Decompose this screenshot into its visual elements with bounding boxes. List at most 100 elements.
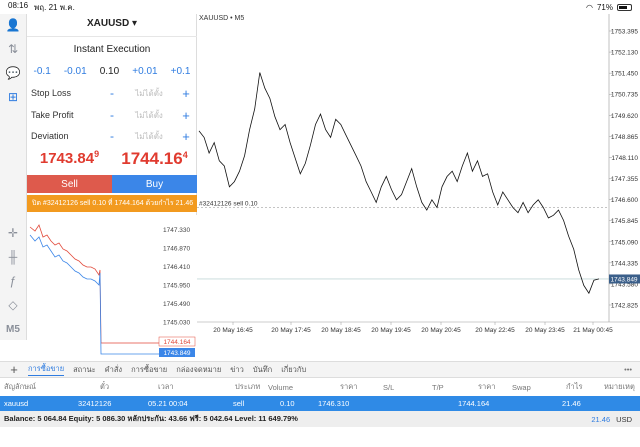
price-line <box>198 72 600 295</box>
x-tick-label: 20 May 20:45 <box>421 327 461 334</box>
col-tp[interactable]: T/P <box>432 379 444 395</box>
col-price[interactable]: ราคา <box>340 379 357 395</box>
y-tick-label: 1751.450 <box>611 71 638 78</box>
order-level-label: #32412126 sell 0.10 <box>199 201 258 208</box>
battery-icon <box>617 3 632 11</box>
current-price-text: 1743.849 <box>610 276 637 283</box>
new-order-icon[interactable]: ⊞ <box>4 88 22 106</box>
price-row: 1743.849 1744.164 <box>27 149 197 173</box>
cell-time: 05.21 00:04 <box>148 399 188 408</box>
col-symbol[interactable]: สัญลักษณ์ <box>4 379 36 395</box>
total-profit: 21.46 <box>591 414 611 424</box>
candles-icon[interactable]: ╫ <box>4 248 22 266</box>
x-tick-label: 20 May 17:45 <box>271 327 311 334</box>
chevron-down-icon: ▾ <box>131 18 138 29</box>
objects-icon[interactable]: ◇ <box>4 296 22 314</box>
take-profit-input[interactable]: ไม่ได้ตั้ง <box>119 109 179 122</box>
ask-price: 1744.164 <box>121 149 188 168</box>
col-sl[interactable]: S/L <box>383 379 394 395</box>
x-tick-label: 20 May 23:45 <box>525 327 565 334</box>
tab-news[interactable]: ข่าว <box>230 364 244 376</box>
trade-buttons: Sell Buy <box>27 175 197 193</box>
chat-icon[interactable]: 💬 <box>4 64 22 82</box>
y-tick-label: 1750.735 <box>611 92 638 99</box>
x-tick-label: 20 May 16:45 <box>213 327 253 334</box>
sell-button[interactable]: Sell <box>27 175 112 193</box>
col-time[interactable]: เวลา <box>158 379 174 395</box>
tab-orders[interactable]: คำสั่ง <box>105 364 122 376</box>
table-row[interactable]: xauusd 32412126 05.21 00:04 sell 0.10 17… <box>0 396 640 411</box>
bid-price: 1743.849 <box>39 149 100 167</box>
stop-loss-field: Stop Loss - ไม่ได้ตั้ง + <box>31 85 193 101</box>
y-tick-label: 1749.620 <box>611 113 638 120</box>
y-tick-label: 1753.395 <box>611 29 638 36</box>
y-tick-label: 1746.600 <box>611 197 638 204</box>
battery-percent: 71% <box>596 2 613 12</box>
x-tick-label: 20 May 19:45 <box>371 327 411 334</box>
stop-loss-input[interactable]: ไม่ได้ตั้ง <box>119 87 179 100</box>
tab-journal[interactable]: บันทึก <box>253 364 272 376</box>
execution-mode[interactable]: Instant Execution <box>27 44 197 55</box>
stop-loss-plus[interactable]: + <box>179 86 193 101</box>
volume-plus-01[interactable]: +0.1 <box>171 66 191 77</box>
status-bar: 08:16 พฤ. 21 พ.ค. ◠ 71% <box>0 0 640 14</box>
volume-plus-001[interactable]: +0.01 <box>132 66 157 77</box>
cell-open-price: 1746.310 <box>318 399 350 408</box>
col-volume[interactable]: Volume <box>268 379 293 395</box>
volume-minus-001[interactable]: -0.01 <box>64 66 87 77</box>
deviation-plus[interactable]: + <box>179 129 193 144</box>
volume-minus-01[interactable]: -0.1 <box>34 66 51 77</box>
col-comment[interactable]: หมายเหตุ <box>604 379 635 395</box>
deviation-minus[interactable]: - <box>105 129 119 143</box>
take-profit-plus[interactable]: + <box>179 108 193 123</box>
col-current[interactable]: ราคา <box>478 379 495 395</box>
tick-ask-line <box>29 224 159 344</box>
cell-current-price: 1744.164 <box>458 399 490 408</box>
x-tick-label: 20 May 22:45 <box>475 327 515 334</box>
ask-badge-text: 1743.849 <box>163 350 190 357</box>
y-tick-label: 1747.355 <box>611 176 638 183</box>
y-tick-label: 1745.845 <box>611 218 638 225</box>
period-button[interactable]: M5 <box>4 320 22 338</box>
add-icon[interactable]: + <box>0 362 28 377</box>
totals: 21.46 USD <box>591 411 632 427</box>
symbol-selector[interactable]: XAUUSD ▾ <box>27 18 197 29</box>
table-header: สัญลักษณ์ ตั๋ว เวลา ประเภท Volume ราคา S… <box>0 379 640 395</box>
bottom-tabs: + การซื้อขาย สถานะ คำสั่ง การซื้อขาย กล่… <box>0 361 640 378</box>
buy-button[interactable]: Buy <box>112 175 197 193</box>
x-tick-label: 20 May 18:45 <box>321 327 361 334</box>
trade-icon[interactable]: ⇅ <box>4 40 22 58</box>
deviation-input[interactable]: ไม่ได้ตั้ง <box>119 130 179 143</box>
x-tick-label: 21 May 00:45 <box>573 327 613 334</box>
more-icon[interactable]: ••• <box>624 365 632 374</box>
col-ticket[interactable]: ตั๋ว <box>100 379 109 395</box>
user-icon[interactable]: 👤 <box>4 16 22 34</box>
cell-volume: 0.10 <box>280 399 295 408</box>
main-chart-svg: 1753.395 1752.130 1751.450 1750.735 1749.620… <box>197 14 640 334</box>
volume-value[interactable]: 0.10 <box>100 66 119 77</box>
tab-about[interactable]: เกี่ยวกับ <box>281 364 306 376</box>
col-type[interactable]: ประเภท <box>235 379 260 395</box>
tab-mailbox[interactable]: กล่องจดหมาย <box>176 364 221 376</box>
tab-exposure[interactable]: สถานะ <box>73 364 96 376</box>
order-panel: XAUUSD ▾ Instant Execution -0.1 -0.01 0.… <box>27 14 197 215</box>
chart-title: XAUUSD • M5 <box>199 15 245 22</box>
tab-history[interactable]: การซื้อขาย <box>131 364 167 376</box>
tick-bid-line <box>29 234 159 355</box>
cell-type: sell <box>233 399 245 408</box>
mini-level-label: 1746.870 <box>163 246 190 253</box>
tick-chart-svg: 1747.330 1746.870 1746.410 1745.950 1745.490… <box>29 224 196 357</box>
main-chart[interactable]: 1753.395 1752.130 1751.450 1750.735 1749.620… <box>197 14 640 336</box>
col-swap[interactable]: Swap <box>512 379 531 395</box>
take-profit-minus[interactable]: - <box>105 108 119 122</box>
tab-trade[interactable]: การซื้อขาย <box>28 363 65 376</box>
indicator-icon[interactable]: ƒ <box>4 272 22 290</box>
cell-profit: 21.46 <box>562 399 581 408</box>
mini-level-label: 1747.330 <box>163 227 190 234</box>
y-tick-label: 1752.130 <box>611 50 638 57</box>
crosshair-icon[interactable]: ✛ <box>4 224 22 242</box>
stop-loss-minus[interactable]: - <box>105 86 119 100</box>
cell-symbol: xauusd <box>4 399 29 408</box>
y-tick-label: 1742.825 <box>611 303 638 310</box>
col-profit[interactable]: กำไร <box>566 379 583 395</box>
